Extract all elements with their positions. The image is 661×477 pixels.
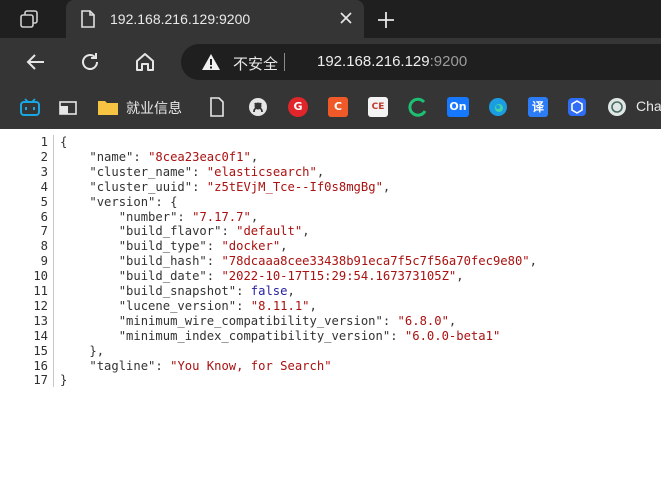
json-line-build-snapshot: "build_snapshot": false, bbox=[118, 284, 295, 298]
url-port: :9200 bbox=[429, 53, 468, 70]
chatgpt-icon[interactable] bbox=[607, 97, 627, 117]
toolbar: 不安全 192.168.216.129:9200 bbox=[0, 38, 661, 86]
warning-icon[interactable] bbox=[201, 53, 221, 71]
json-line-build-hash: "build_hash": "78dcaaa8cee33438b91eca7f5… bbox=[118, 254, 537, 269]
json-line-tagline: "tagline": "You Know, for Search" bbox=[89, 358, 332, 373]
value-build-type: docker bbox=[228, 239, 273, 254]
active-tab[interactable]: 192.168.216.129:9200 bbox=[66, 0, 364, 38]
translate-icon[interactable]: 译 bbox=[528, 97, 548, 117]
address-bar[interactable]: 不安全 192.168.216.129:9200 bbox=[181, 44, 661, 80]
reload-icon[interactable] bbox=[78, 50, 102, 74]
back-icon[interactable] bbox=[24, 50, 48, 74]
json-line-version-close: }, bbox=[89, 343, 105, 358]
line-number: 14 bbox=[33, 328, 48, 343]
value-build-flavor: default bbox=[243, 224, 295, 239]
line-number: 7 bbox=[40, 224, 48, 239]
line-number: 6 bbox=[40, 209, 48, 224]
line-number: 12 bbox=[33, 298, 48, 313]
github-icon[interactable] bbox=[248, 97, 268, 117]
json-line-cluster-uuid: "cluster_uuid": "z5tEVjM_Tce--If0s8mgBg"… bbox=[89, 179, 391, 194]
green-c-icon[interactable] bbox=[408, 97, 428, 117]
line-number: 10 bbox=[33, 269, 48, 284]
value-build-hash: 78dcaaa8cee33438b91eca7f5c7f56a70fec9e80 bbox=[228, 254, 523, 269]
json-line-version: "version": { bbox=[89, 194, 178, 209]
line-number: 13 bbox=[33, 313, 48, 328]
json-line-build-type: "build_type": "docker", bbox=[118, 239, 288, 254]
line-number: 11 bbox=[33, 284, 48, 298]
line-number: 8 bbox=[40, 239, 48, 254]
page-icon bbox=[80, 10, 96, 28]
document-icon[interactable] bbox=[209, 97, 229, 117]
json-line-cluster-name: "cluster_name": "elasticsearch", bbox=[89, 164, 325, 179]
value-build-snapshot: false bbox=[250, 284, 288, 298]
line-number: 5 bbox=[40, 194, 48, 209]
value-lucene-version: 8.11.1 bbox=[258, 298, 303, 313]
json-line-min-wire: "minimum_wire_compatibility_version": "6… bbox=[118, 313, 457, 328]
json-line-build-date: "build_date": "2022-10-17T15:29:54.16737… bbox=[118, 269, 464, 284]
json-viewer: 1 2 3 4 5 6 7 8 9 10 11 12 13 14 15 16 1… bbox=[0, 129, 661, 477]
line-number: 15 bbox=[33, 343, 48, 358]
url-text[interactable]: 192.168.216.129:9200 bbox=[317, 53, 467, 70]
window-icon[interactable] bbox=[58, 97, 78, 117]
value-min-wire: 6.8.0 bbox=[404, 313, 442, 328]
edge-icon[interactable] bbox=[488, 97, 508, 117]
bilibili-icon[interactable] bbox=[19, 97, 40, 117]
line-number: 16 bbox=[33, 358, 48, 373]
bookmark-label-jobs[interactable]: 就业信息 bbox=[126, 98, 182, 118]
url-host: 192.168.216.129 bbox=[317, 53, 430, 70]
separator bbox=[284, 53, 285, 71]
on-icon[interactable]: On bbox=[447, 97, 469, 117]
line-number: 17 bbox=[33, 373, 48, 388]
value-cluster-name: elasticsearch bbox=[214, 164, 310, 179]
home-icon[interactable] bbox=[133, 50, 157, 74]
value-name: 8cea23eac0f1 bbox=[155, 149, 244, 164]
cube-icon[interactable] bbox=[567, 97, 587, 117]
json-line-close: } bbox=[60, 373, 68, 388]
value-build-date: 2022-10-17T15:29:54.167373105Z bbox=[228, 269, 449, 284]
line-number: 9 bbox=[40, 254, 48, 269]
json-line-build-flavor: "build_flavor": "default", bbox=[118, 224, 310, 239]
value-cluster-uuid: z5tEVjM_Tce--If0s8mgBg bbox=[214, 179, 376, 194]
json-line-min-index: "minimum_index_compatibility_version": "… bbox=[118, 328, 501, 343]
ce-icon[interactable]: CE bbox=[368, 97, 388, 117]
g-red-icon[interactable]: G bbox=[288, 97, 308, 117]
json-line-name: "name": "8cea23eac0f1", bbox=[89, 149, 259, 164]
json-line-number: "number": "7.17.7", bbox=[118, 209, 259, 224]
line-number: 4 bbox=[40, 179, 48, 194]
line-number: 1 bbox=[40, 135, 48, 149]
security-label[interactable]: 不安全 bbox=[233, 53, 278, 74]
line-gutter-divider bbox=[53, 135, 54, 387]
bookmark-label-chatgpt[interactable]: Cha bbox=[636, 98, 661, 114]
tab-actions-icon[interactable] bbox=[18, 9, 40, 29]
json-line-lucene-version: "lucene_version": "8.11.1", bbox=[118, 298, 317, 313]
c-orange-icon[interactable]: C bbox=[328, 97, 348, 117]
folder-icon[interactable] bbox=[97, 97, 118, 117]
json-line-open: { bbox=[60, 135, 68, 149]
value-min-index: 6.0.0-beta1 bbox=[412, 328, 493, 343]
value-number: 7.17.7 bbox=[199, 209, 244, 224]
close-icon[interactable] bbox=[338, 10, 354, 26]
new-tab-icon[interactable] bbox=[376, 10, 396, 30]
line-number: 3 bbox=[40, 164, 48, 179]
bookmarks-bar: 就业信息 G C CE On 译 Cha bbox=[0, 86, 661, 129]
tab-title: 192.168.216.129:9200 bbox=[110, 11, 251, 27]
line-number: 2 bbox=[40, 149, 48, 164]
tab-bar: 192.168.216.129:9200 bbox=[0, 0, 661, 38]
value-tagline: You Know, for Search bbox=[177, 358, 325, 373]
